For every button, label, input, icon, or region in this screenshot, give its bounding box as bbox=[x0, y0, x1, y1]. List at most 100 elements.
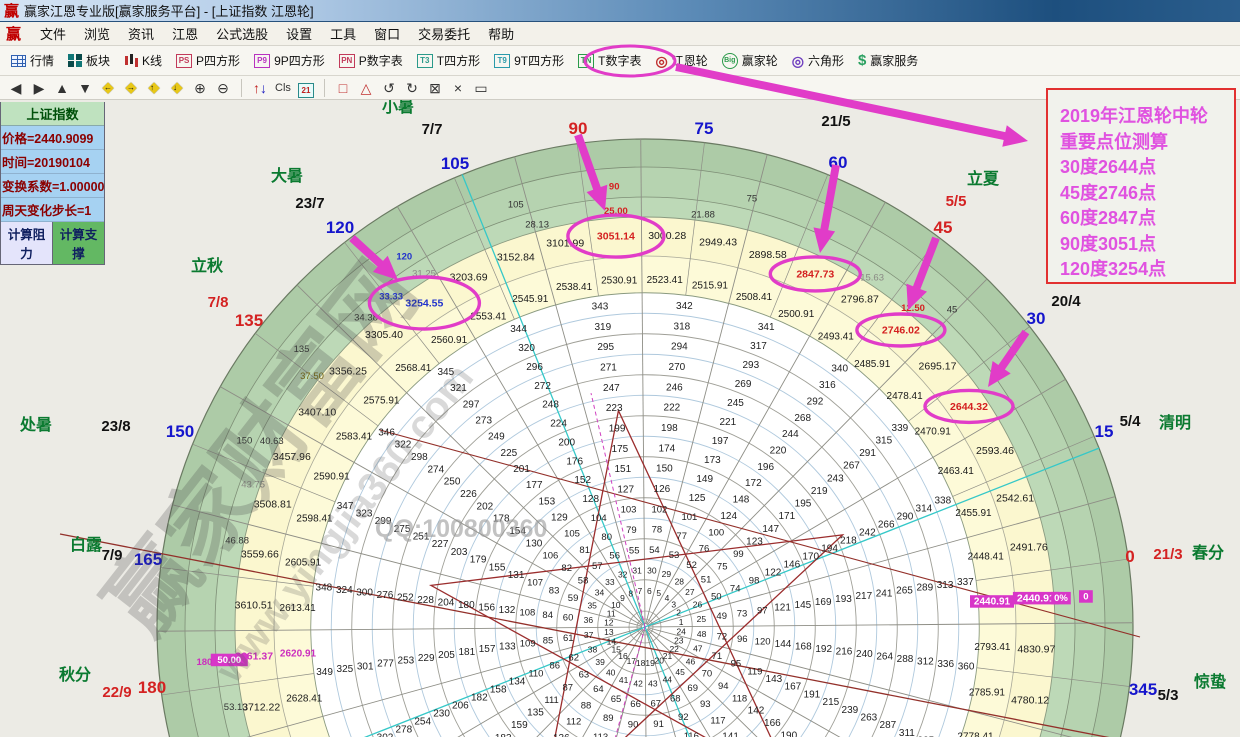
menu-item-7[interactable]: 工具 bbox=[321, 22, 365, 45]
triangle-tool-icon[interactable]: △ bbox=[358, 78, 374, 98]
svg-text:219: 219 bbox=[811, 486, 828, 497]
menu-item-5[interactable]: 公式选股 bbox=[207, 22, 277, 45]
main-toolbar: 行情板块K线PSP四方形P99P四方形PNP数字表T3T四方形T99T四方形TN… bbox=[0, 46, 1240, 76]
svg-text:59: 59 bbox=[568, 593, 579, 604]
fit-screen-icon[interactable]: × bbox=[450, 78, 466, 98]
svg-text:72: 72 bbox=[717, 631, 728, 642]
svg-text:193: 193 bbox=[835, 594, 852, 605]
menu-item-4[interactable]: 江恩 bbox=[163, 22, 207, 45]
svg-text:107: 107 bbox=[527, 578, 543, 589]
annotation-line-6: 90度3051点 bbox=[1060, 232, 1224, 258]
svg-text:15.63: 15.63 bbox=[860, 273, 884, 284]
svg-text:125: 125 bbox=[689, 493, 706, 504]
back-icon[interactable]: ◀ bbox=[8, 78, 24, 98]
menu-item-3[interactable]: 资讯 bbox=[119, 22, 163, 45]
price-updown-icon[interactable]: ↑↓ bbox=[252, 78, 268, 98]
svg-text:4830.97: 4830.97 bbox=[1017, 644, 1055, 656]
cls-icon[interactable]: Cls bbox=[275, 78, 291, 98]
down-icon[interactable]: ▼ bbox=[77, 78, 93, 98]
menu-item-2[interactable]: 浏览 bbox=[75, 22, 119, 45]
svg-text:春分: 春分 bbox=[1191, 543, 1224, 562]
badge-icon-TN: TN bbox=[578, 54, 594, 68]
svg-text:250: 250 bbox=[444, 477, 461, 488]
svg-text:199: 199 bbox=[609, 424, 626, 435]
svg-text:191: 191 bbox=[804, 689, 821, 700]
svg-text:338: 338 bbox=[934, 496, 951, 507]
svg-text:112: 112 bbox=[566, 717, 581, 728]
svg-text:80: 80 bbox=[601, 532, 612, 543]
svg-text:2746.02: 2746.02 bbox=[882, 325, 920, 337]
svg-text:81: 81 bbox=[579, 545, 590, 556]
svg-text:5: 5 bbox=[656, 588, 661, 598]
svg-text:2778.41: 2778.41 bbox=[957, 732, 994, 737]
toolbar-button-赢家轮[interactable]: Big赢家轮 bbox=[717, 50, 783, 71]
monitor-icon[interactable]: ▭ bbox=[473, 78, 489, 98]
toolbar-label: 板块 bbox=[86, 52, 110, 69]
rotate-cw-icon[interactable]: ↻ bbox=[404, 78, 420, 98]
svg-text:5/5: 5/5 bbox=[946, 193, 967, 210]
toolbar-button-9T四方形[interactable]: T99T四方形 bbox=[489, 50, 569, 71]
toolbar-button-K线[interactable]: K线 bbox=[119, 50, 167, 71]
svg-text:21.88: 21.88 bbox=[691, 209, 715, 220]
calc-support-button[interactable]: 计算支撑 bbox=[53, 222, 104, 264]
toolbar-label: 赢家服务 bbox=[870, 52, 918, 69]
toolbar-button-江恩轮[interactable]: ◎江恩轮 bbox=[650, 50, 712, 71]
forward-icon[interactable]: ▶ bbox=[31, 78, 47, 98]
svg-text:249: 249 bbox=[488, 432, 505, 443]
svg-text:秋分: 秋分 bbox=[59, 665, 91, 684]
svg-text:1: 1 bbox=[679, 617, 684, 627]
svg-text:21/5: 21/5 bbox=[821, 113, 850, 130]
svg-text:43: 43 bbox=[648, 678, 658, 688]
zoom-out-icon[interactable]: ⊖ bbox=[215, 78, 231, 98]
svg-text:7/8: 7/8 bbox=[208, 294, 229, 311]
svg-text:128: 128 bbox=[582, 494, 599, 505]
toolbar-button-板块[interactable]: 板块 bbox=[63, 50, 115, 71]
diamond-down-icon[interactable]: ◆↓ bbox=[169, 77, 185, 98]
menu-items: 文件浏览资讯江恩公式选股设置工具窗口交易委托帮助 bbox=[31, 22, 523, 45]
rotate-ccw-icon[interactable]: ↺ bbox=[381, 78, 397, 98]
toolbar-button-P四方形[interactable]: PSP四方形 bbox=[171, 50, 245, 71]
svg-text:180: 180 bbox=[138, 678, 166, 697]
toolbar-button-赢家服务[interactable]: $赢家服务 bbox=[853, 50, 923, 71]
svg-text:21/3: 21/3 bbox=[1153, 546, 1182, 563]
svg-text:246: 246 bbox=[666, 382, 683, 393]
close-box-icon[interactable]: ⊠ bbox=[427, 78, 443, 98]
menu-item-6[interactable]: 设置 bbox=[277, 22, 321, 45]
toolbar-separator bbox=[324, 79, 325, 97]
svg-text:3000.28: 3000.28 bbox=[648, 230, 686, 242]
up-icon[interactable]: ▲ bbox=[54, 78, 70, 98]
toolbar-button-行情[interactable]: 行情 bbox=[6, 50, 59, 71]
toolbar-button-T数字表[interactable]: TNT数字表 bbox=[573, 50, 646, 71]
calendar-icon[interactable]: 21 bbox=[298, 78, 314, 98]
toolbar-button-9P四方形[interactable]: P99P四方形 bbox=[249, 50, 330, 71]
svg-text:101: 101 bbox=[681, 512, 697, 523]
diamond-up-icon[interactable]: ◆↑ bbox=[146, 77, 162, 98]
toolbar-button-P数字表[interactable]: PNP数字表 bbox=[334, 50, 408, 71]
diamond-right-icon[interactable]: ◆→ bbox=[123, 77, 139, 98]
svg-text:203: 203 bbox=[451, 547, 468, 558]
svg-text:146: 146 bbox=[783, 560, 800, 571]
square-tool-icon[interactable]: □ bbox=[335, 78, 351, 98]
menu-item-1[interactable]: 文件 bbox=[31, 22, 75, 45]
svg-text:121: 121 bbox=[774, 603, 791, 614]
toolbar-button-T四方形[interactable]: T3T四方形 bbox=[412, 50, 485, 71]
menu-item-8[interactable]: 窗口 bbox=[365, 22, 409, 45]
svg-text:315: 315 bbox=[875, 436, 892, 447]
toolbar-button-六角形[interactable]: ◎六角形 bbox=[787, 50, 849, 71]
diamond-left-icon[interactable]: ◆← bbox=[100, 77, 116, 98]
info-row-2: 时间=20190104 bbox=[1, 150, 104, 174]
svg-text:336: 336 bbox=[937, 659, 954, 670]
info-row-4: 周天变化步长=1 bbox=[1, 198, 104, 222]
svg-text:228: 228 bbox=[417, 595, 434, 606]
svg-text:144: 144 bbox=[775, 639, 792, 650]
svg-text:254: 254 bbox=[414, 716, 431, 727]
svg-text:40: 40 bbox=[606, 668, 616, 678]
zoom-in-icon[interactable]: ⊕ bbox=[192, 78, 208, 98]
menu-item-10[interactable]: 帮助 bbox=[479, 22, 523, 45]
calc-resistance-button[interactable]: 计算阻力 bbox=[1, 222, 53, 264]
menu-item-9[interactable]: 交易委托 bbox=[409, 22, 479, 45]
svg-text:2847.73: 2847.73 bbox=[796, 268, 834, 280]
svg-text:28: 28 bbox=[675, 577, 685, 587]
svg-text:349: 349 bbox=[316, 667, 333, 678]
svg-text:45: 45 bbox=[947, 304, 958, 315]
